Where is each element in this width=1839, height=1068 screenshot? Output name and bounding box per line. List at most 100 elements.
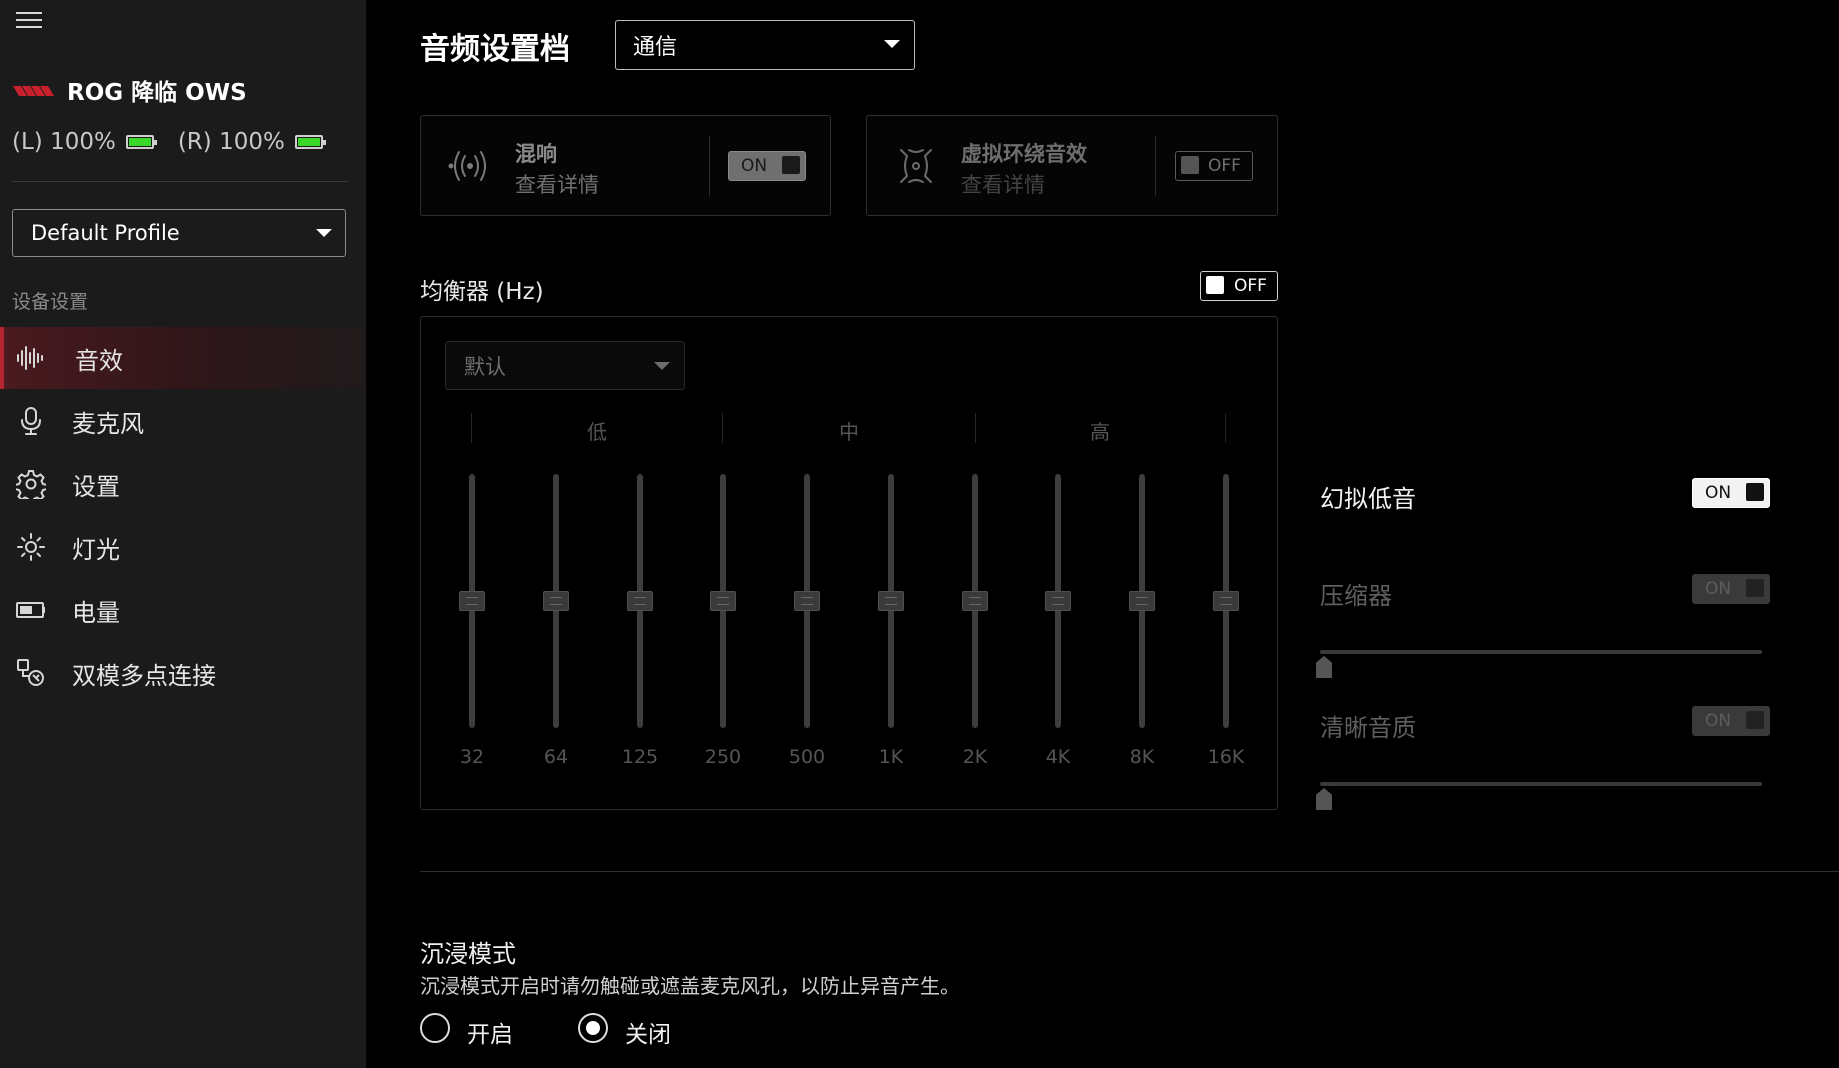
phantom-bass-toggle[interactable]: ON <box>1692 478 1770 508</box>
equalizer-panel <box>420 316 1278 810</box>
eq-frequency-label: 250 <box>704 746 742 768</box>
equalizer-toggle[interactable]: OFF <box>1200 271 1278 301</box>
gear-icon <box>16 470 46 499</box>
battery-left-label: (L) 100% <box>12 129 116 155</box>
clarity-toggle-label: ON <box>1705 711 1732 731</box>
eq-frequency-label: 16K <box>1207 746 1245 768</box>
sidebar-item-microphone[interactable]: 麦克风 <box>0 390 366 452</box>
battery-left-icon <box>125 135 157 149</box>
eq-slider-thumb-32[interactable] <box>459 591 485 611</box>
reverb-card: 混响 查看详情 ON <box>420 115 831 216</box>
eq-preset-value: 默认 <box>464 354 506 379</box>
sidebar-item-label: 电量 <box>72 598 120 627</box>
battery-status: (L) 100% (R) 100% <box>12 124 347 160</box>
reverb-toggle[interactable]: ON <box>728 151 806 181</box>
immersion-off-label: 关闭 <box>625 1022 671 1048</box>
clarity-slider-thumb[interactable] <box>1316 788 1332 810</box>
section-divider <box>420 871 1839 872</box>
band-label-low: 低 <box>587 420 607 444</box>
equalizer-title: 均衡器 (Hz) <box>420 279 544 305</box>
toggle-knob <box>1206 276 1224 294</box>
device-name: ROG 降临 OWS <box>67 80 247 106</box>
device-header: ROG 降临 OWS <box>13 72 247 108</box>
rog-logo-icon <box>13 86 54 96</box>
band-label-high: 高 <box>1090 420 1110 444</box>
compressor-slider[interactable] <box>1320 650 1762 654</box>
eq-slider-thumb-4K[interactable] <box>1045 591 1071 611</box>
sidebar-item-multipoint[interactable]: 双模多点连接 <box>0 642 366 704</box>
immersion-mode-description: 沉浸模式开启时请勿触碰或遮盖麦克风孔，以防止异音产生。 <box>420 974 960 998</box>
toggle-knob <box>1746 711 1764 729</box>
eq-frequency-label: 64 <box>543 746 569 768</box>
immersion-on-radio[interactable] <box>420 1013 450 1043</box>
eq-slider-thumb-2K[interactable] <box>962 591 988 611</box>
band-label-mid: 中 <box>839 420 859 444</box>
sidebar-item-label: 音效 <box>75 346 123 375</box>
eq-slider-thumb-500[interactable] <box>794 591 820 611</box>
battery-icon <box>16 602 45 618</box>
toggle-knob <box>1746 579 1764 597</box>
toggle-knob <box>1746 483 1764 501</box>
eq-slider-thumb-8K[interactable] <box>1129 591 1155 611</box>
page-title: 音频设置档 <box>420 32 570 67</box>
sound-wave-icon <box>17 346 43 370</box>
reverb-details-link[interactable]: 查看详情 <box>515 169 599 199</box>
eq-slider-thumb-64[interactable] <box>543 591 569 611</box>
chevron-down-icon <box>884 40 900 48</box>
card-separator <box>1155 136 1156 196</box>
band-divider <box>722 413 723 443</box>
compressor-toggle-label: ON <box>1705 579 1732 599</box>
virtual-surround-toggle-label: OFF <box>1208 156 1241 176</box>
virtual-surround-title: 虚拟环绕音效 <box>961 142 1087 166</box>
eq-slider-thumb-125[interactable] <box>627 591 653 611</box>
eq-frequency-label: 2K <box>962 746 988 768</box>
eq-slider-thumb-1K[interactable] <box>878 591 904 611</box>
eq-frequency-label: 8K <box>1129 746 1155 768</box>
light-icon <box>17 533 45 561</box>
eq-slider-thumb-250[interactable] <box>710 591 736 611</box>
toggle-knob <box>1181 156 1199 174</box>
multipoint-connection-icon <box>17 659 44 686</box>
card-separator <box>709 136 710 196</box>
reverb-title: 混响 <box>515 142 557 166</box>
clarity-toggle[interactable]: ON <box>1692 706 1770 736</box>
clarity-slider[interactable] <box>1320 782 1762 786</box>
compressor-toggle[interactable]: ON <box>1692 574 1770 604</box>
band-divider <box>975 413 976 443</box>
eq-frequency-label: 32 <box>459 746 485 768</box>
profile-select[interactable]: Default Profile <box>12 209 346 257</box>
phantom-bass-toggle-label: ON <box>1705 483 1732 503</box>
equalizer-toggle-label: OFF <box>1234 276 1267 296</box>
microphone-icon <box>21 407 41 435</box>
virtual-surround-details-link[interactable]: 查看详情 <box>961 169 1045 199</box>
immersion-mode-title: 沉浸模式 <box>420 940 516 968</box>
menu-icon[interactable] <box>16 12 42 32</box>
profile-select-value: Default Profile <box>31 221 180 245</box>
eq-slider-thumb-16K[interactable] <box>1213 591 1239 611</box>
toggle-knob <box>782 156 800 174</box>
sidebar-item-battery[interactable]: 电量 <box>0 579 366 641</box>
sidebar: ROG 降临 OWS (L) 100% (R) 100% Default Pro… <box>0 0 366 1068</box>
immersion-on-label: 开启 <box>467 1022 513 1048</box>
audio-profile-select-value: 通信 <box>633 35 678 60</box>
band-divider <box>471 413 472 443</box>
audio-profile-select[interactable]: 通信 <box>615 20 915 70</box>
sidebar-item-lighting[interactable]: 灯光 <box>0 516 366 578</box>
battery-right-icon <box>294 135 326 149</box>
sidebar-item-label: 麦克风 <box>72 409 144 438</box>
sidebar-item-label: 设置 <box>72 472 120 501</box>
compressor-label: 压缩器 <box>1320 582 1392 610</box>
virtual-surround-toggle[interactable]: OFF <box>1175 151 1253 181</box>
reverb-icon <box>448 151 486 181</box>
sidebar-divider <box>12 181 348 182</box>
eq-preset-select[interactable]: 默认 <box>445 341 685 390</box>
sidebar-item-sound[interactable]: 音效 <box>0 327 366 389</box>
virtual-surround-card: 虚拟环绕音效 查看详情 OFF <box>866 115 1278 216</box>
chevron-down-icon <box>654 362 670 370</box>
reverb-toggle-label: ON <box>741 156 768 176</box>
compressor-slider-thumb[interactable] <box>1316 656 1332 678</box>
sidebar-item-settings[interactable]: 设置 <box>0 453 366 515</box>
section-label: 设备设置 <box>12 291 89 313</box>
immersion-off-radio[interactable] <box>578 1013 608 1043</box>
band-divider <box>1225 413 1226 443</box>
